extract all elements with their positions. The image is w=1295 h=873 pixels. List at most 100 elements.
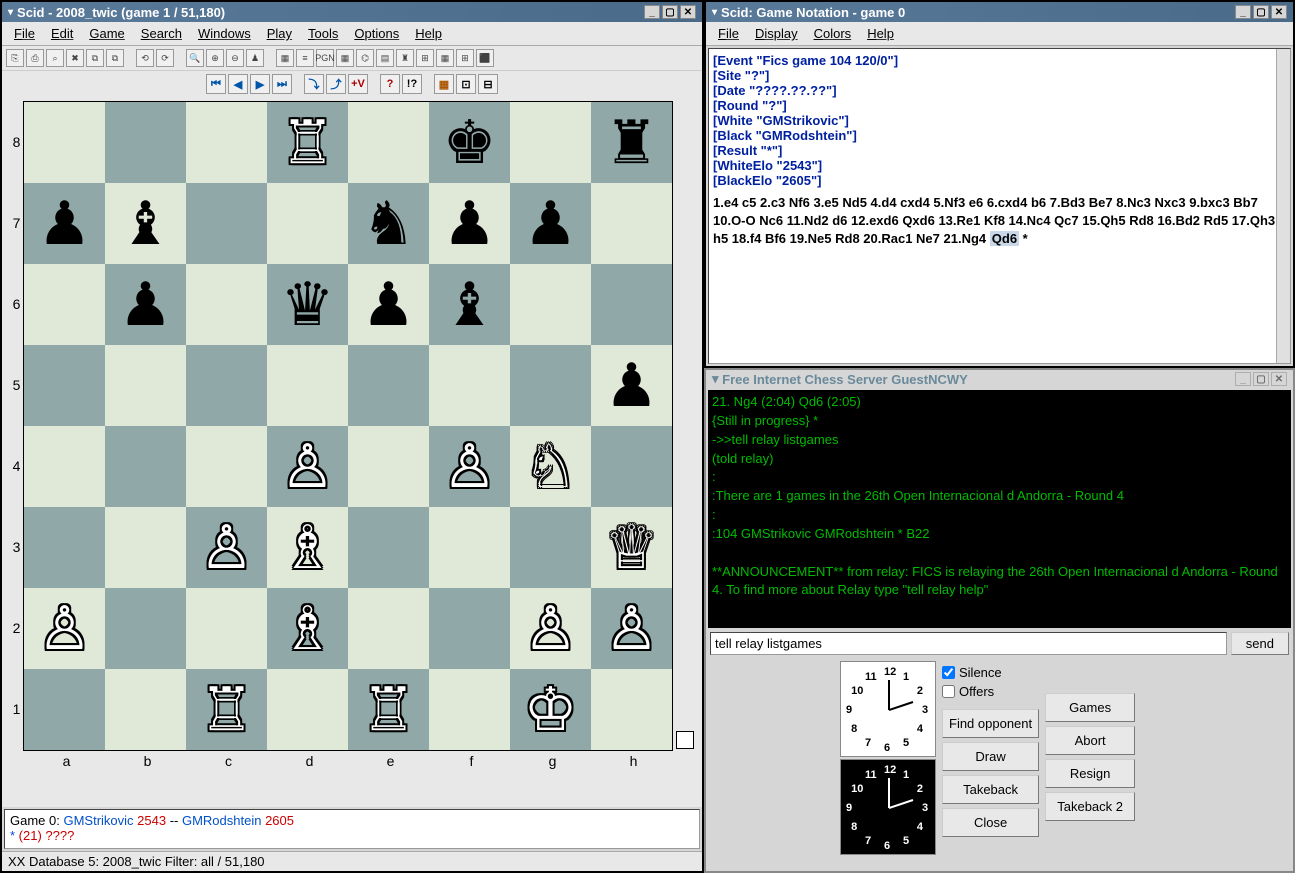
toolbar-button[interactable]: ▦: [436, 49, 454, 67]
square[interactable]: ♖: [267, 102, 348, 183]
square[interactable]: [429, 669, 510, 750]
toolbar-button[interactable]: ▦: [276, 49, 294, 67]
toolbar-button[interactable]: ⧉: [86, 49, 104, 67]
square[interactable]: ♟: [24, 183, 105, 264]
maximize-icon[interactable]: ▢: [1253, 5, 1269, 19]
piece-bP[interactable]: ♟: [443, 194, 497, 254]
square[interactable]: [24, 264, 105, 345]
nav-into[interactable]: ⤵: [304, 74, 324, 94]
square[interactable]: [591, 669, 672, 750]
send-button[interactable]: send: [1231, 632, 1289, 655]
square[interactable]: [510, 102, 591, 183]
square[interactable]: [105, 507, 186, 588]
square[interactable]: ♝: [105, 183, 186, 264]
piece-wR[interactable]: ♖: [362, 680, 416, 740]
chess-board[interactable]: ♖♚♜♟♝♞♟♟♟♛♟♝♟♙♙♘♙♗♕♙♗♙♙♖♖♔: [23, 101, 673, 751]
add-var[interactable]: +V: [348, 74, 368, 94]
piece-wQ[interactable]: ♕: [605, 518, 659, 578]
piece-bP[interactable]: ♟: [605, 356, 659, 416]
maximize-icon[interactable]: ▢: [1253, 372, 1269, 386]
[interactable]: [424, 74, 432, 92]
minimize-icon[interactable]: _: [1235, 5, 1251, 19]
fics-console[interactable]: 21. Ng4 (2:04) Qd6 (2:05) {Still in prog…: [708, 390, 1291, 628]
main-titlebar[interactable]: ▾ Scid - 2008_twic (game 1 / 51,180) _ ▢…: [2, 2, 702, 22]
close-icon[interactable]: ✕: [1271, 372, 1287, 386]
square[interactable]: [24, 507, 105, 588]
square[interactable]: [105, 345, 186, 426]
toolbar-button[interactable]: ⊞: [416, 49, 434, 67]
square[interactable]: [105, 426, 186, 507]
piece-bP[interactable]: ♟: [38, 194, 92, 254]
piece-wR[interactable]: ♖: [200, 680, 254, 740]
square[interactable]: [267, 183, 348, 264]
board-btn[interactable]: ▦: [434, 74, 454, 94]
square[interactable]: [24, 345, 105, 426]
square[interactable]: ♖: [186, 669, 267, 750]
square[interactable]: [348, 426, 429, 507]
menu-search[interactable]: Search: [133, 24, 190, 43]
piece-bN[interactable]: ♞: [362, 194, 416, 254]
piece-bK[interactable]: ♚: [443, 113, 497, 173]
menu-edit[interactable]: Edit: [43, 24, 81, 43]
toolbar-button[interactable]: [176, 49, 184, 67]
piece-wP[interactable]: ♙: [38, 599, 92, 659]
square[interactable]: [267, 669, 348, 750]
close-button[interactable]: Close: [942, 808, 1039, 837]
square[interactable]: [24, 426, 105, 507]
square[interactable]: [267, 345, 348, 426]
square[interactable]: ♝: [429, 264, 510, 345]
square[interactable]: ♛: [267, 264, 348, 345]
square[interactable]: ♘: [510, 426, 591, 507]
nav-back[interactable]: ◀: [228, 74, 248, 94]
takeback2-button[interactable]: Takeback 2: [1045, 792, 1135, 821]
toolbar-button[interactable]: ⌬: [356, 49, 374, 67]
offers-checkbox[interactable]: Offers: [942, 684, 1039, 699]
toolbar-button[interactable]: 🔍: [186, 49, 204, 67]
nav-out[interactable]: ⤴: [326, 74, 346, 94]
menu-windows[interactable]: Windows: [190, 24, 259, 43]
nav-end[interactable]: ⏭: [272, 74, 292, 94]
draw-button[interactable]: Draw: [942, 742, 1039, 771]
btn[interactable]: ⊡: [456, 74, 476, 94]
square[interactable]: ♟: [348, 264, 429, 345]
square[interactable]: [591, 183, 672, 264]
toolbar-button[interactable]: [266, 49, 274, 67]
piece-bB[interactable]: ♝: [119, 194, 173, 254]
menu-display[interactable]: Display: [747, 24, 806, 43]
minimize-icon[interactable]: _: [1235, 372, 1251, 386]
square[interactable]: [186, 264, 267, 345]
menu-file[interactable]: File: [6, 24, 43, 43]
toolbar-button[interactable]: ⌕: [46, 49, 64, 67]
square[interactable]: ♟: [429, 183, 510, 264]
toolbar-button[interactable]: [126, 49, 134, 67]
square[interactable]: ♖: [348, 669, 429, 750]
square[interactable]: [429, 345, 510, 426]
piece-wP[interactable]: ♙: [524, 599, 578, 659]
window-menu-icon[interactable]: ▾: [712, 371, 719, 387]
minimize-icon[interactable]: _: [644, 5, 660, 19]
piece-wP[interactable]: ♙: [281, 437, 335, 497]
window-menu-icon[interactable]: ▾: [712, 7, 717, 18]
piece-wN[interactable]: ♘: [524, 437, 578, 497]
square[interactable]: [429, 588, 510, 669]
square[interactable]: [186, 102, 267, 183]
square[interactable]: ♞: [348, 183, 429, 264]
toolbar-button[interactable]: ⎘: [6, 49, 24, 67]
square[interactable]: [510, 345, 591, 426]
piece-wP[interactable]: ♙: [200, 518, 254, 578]
piece-wB[interactable]: ♗: [281, 599, 335, 659]
[interactable]: [370, 74, 378, 92]
square[interactable]: ♙: [591, 588, 672, 669]
fics-titlebar[interactable]: ▾ Free Internet Chess Server GuestNCWY _…: [706, 370, 1293, 388]
menu-help[interactable]: Help: [859, 24, 902, 43]
square[interactable]: ♟: [591, 345, 672, 426]
toolbar-button[interactable]: ⬛: [476, 49, 494, 67]
toolbar-button[interactable]: ⟳: [156, 49, 174, 67]
piece-bP[interactable]: ♟: [362, 275, 416, 335]
square[interactable]: ♙: [24, 588, 105, 669]
square[interactable]: ♟: [510, 183, 591, 264]
toolbar-button[interactable]: ⊞: [456, 49, 474, 67]
toolbar-button[interactable]: PGN: [316, 49, 334, 67]
scrollbar[interactable]: [1276, 49, 1290, 363]
square[interactable]: [24, 102, 105, 183]
